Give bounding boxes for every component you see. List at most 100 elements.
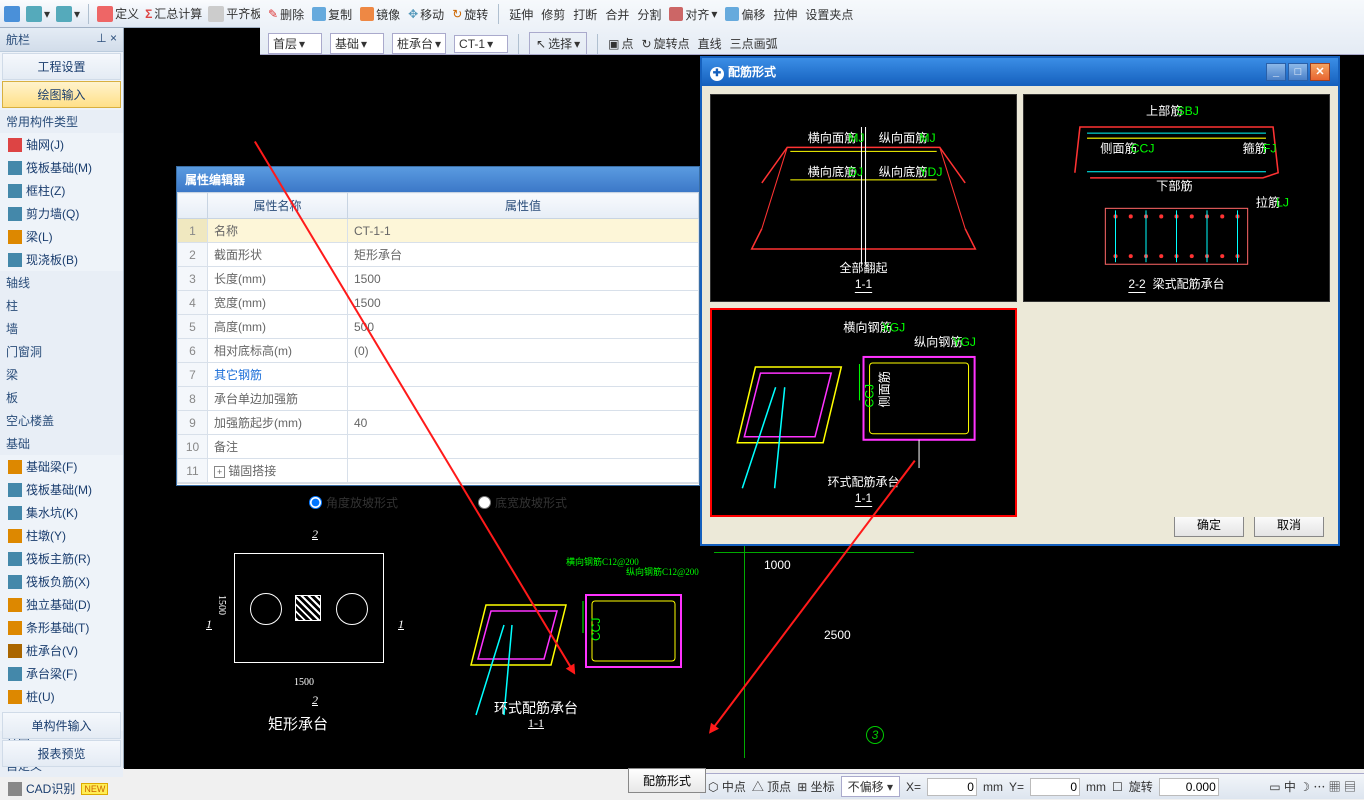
select-mode-button[interactable]: ↖ 选择 ▾: [529, 32, 587, 55]
nav-group[interactable]: 板: [0, 386, 123, 409]
slope-radio-group: 角度放坡形式 底宽放坡形式: [177, 483, 699, 521]
coord-snap[interactable]: ⊞ 坐标: [797, 778, 834, 795]
nav-item-cad[interactable]: CAD识别 NEW: [0, 777, 123, 800]
property-row[interactable]: 5高度(mm)500: [178, 315, 699, 339]
reinforcement-style-dialog: ✚配筋形式 _ □ ✕ 横向面筋MJ 纵向面筋MJ 横向底筋DJ 纵向底筋YDJ: [700, 56, 1340, 546]
maximize-button[interactable]: □: [1288, 63, 1308, 81]
property-editor-title: 属性编辑器: [177, 167, 699, 192]
rotate-label: 旋转: [1129, 778, 1153, 795]
svg-text:MJ: MJ: [919, 131, 935, 145]
property-row[interactable]: 4宽度(mm)1500: [178, 291, 699, 315]
offset-button[interactable]: 偏移: [725, 6, 765, 23]
view-mode-icons[interactable]: ▭ 中 ☽ ⋯ ▦ ▤: [1269, 778, 1356, 795]
marker-2t: 2: [312, 527, 318, 542]
align-button[interactable]: 对齐▾: [669, 6, 717, 23]
point-button[interactable]: ▣ 点: [608, 35, 633, 52]
nav-group[interactable]: 墙: [0, 317, 123, 340]
reinforcement-style-button[interactable]: 配筋形式: [628, 768, 706, 793]
nav-item[interactable]: 框柱(Z): [0, 179, 123, 202]
property-row[interactable]: 11+锚固搭接: [178, 459, 699, 483]
nav-item[interactable]: 现浇板(B): [0, 248, 123, 271]
property-row[interactable]: 7其它钢筋: [178, 363, 699, 387]
rotate-input[interactable]: [1159, 778, 1219, 796]
rect-title: 矩形承台: [268, 713, 328, 734]
property-row[interactable]: 8承台单边加强筋: [178, 387, 699, 411]
property-row[interactable]: 6相对底标高(m)(0): [178, 339, 699, 363]
nav-item[interactable]: 柱墩(Y): [0, 524, 123, 547]
x-input[interactable]: [927, 778, 977, 796]
nav-group[interactable]: 空心楼盖: [0, 409, 123, 432]
define-button[interactable]: 定义: [97, 5, 139, 22]
nav-item[interactable]: 剪力墙(Q): [0, 202, 123, 225]
nav-item[interactable]: 梁(L): [0, 225, 123, 248]
property-row[interactable]: 3长度(mm)1500: [178, 267, 699, 291]
property-row[interactable]: 2截面形状矩形承台: [178, 243, 699, 267]
nav-btn-project-settings[interactable]: 工程设置: [2, 53, 121, 80]
nav-group[interactable]: 梁: [0, 363, 123, 386]
item-select[interactable]: CT-1 ▾: [454, 35, 508, 53]
radio-angle-slope[interactable]: 角度放坡形式: [309, 494, 398, 511]
type-select[interactable]: 基础 ▾: [330, 33, 384, 54]
nav-btn-draw-input[interactable]: 绘图输入: [2, 81, 121, 108]
stretch-button: 拉伸: [773, 6, 797, 23]
style-cell-flipped[interactable]: 横向面筋MJ 纵向面筋MJ 横向底筋DJ 纵向底筋YDJ 全部翻起1-1: [710, 94, 1017, 302]
nav-item[interactable]: 桩承台(V): [0, 639, 123, 662]
nav-panel: 航栏 ⊥ × 工程设置 绘图输入 常用构件类型 轴网(J)筏板基础(M)框柱(Z…: [0, 28, 124, 768]
nav-btn-report[interactable]: 报表预览: [2, 740, 121, 767]
nav-group[interactable]: 基础: [0, 432, 123, 455]
nav-item[interactable]: 筏板主筋(R): [0, 547, 123, 570]
svg-text:CCJ: CCJ: [863, 384, 877, 408]
copy-button[interactable]: 复制: [312, 6, 352, 23]
midpoint-snap[interactable]: ⬡ 中点: [708, 778, 746, 795]
nav-btn-single-input[interactable]: 单构件输入: [2, 712, 121, 739]
sumcalc-button[interactable]: Σ汇总计算: [145, 5, 202, 22]
save-icon[interactable]: [4, 6, 20, 22]
svg-text:DJ: DJ: [848, 165, 863, 179]
nav-item[interactable]: 承台梁(F): [0, 662, 123, 685]
ring-title: 环式配筋承台: [494, 698, 578, 718]
mirror-button[interactable]: 镜像: [360, 6, 400, 23]
nav-close-icon[interactable]: ×: [110, 31, 117, 45]
nav-group[interactable]: 柱: [0, 294, 123, 317]
property-row[interactable]: 9加强筋起步(mm)40: [178, 411, 699, 435]
redo-icon[interactable]: ▾: [56, 6, 80, 22]
nav-item[interactable]: 条形基础(T): [0, 616, 123, 639]
nav-item[interactable]: 集水坑(K): [0, 501, 123, 524]
nav-item[interactable]: 独立基础(D): [0, 593, 123, 616]
nav-group[interactable]: 轴线: [0, 271, 123, 294]
close-button[interactable]: ✕: [1310, 63, 1330, 81]
marker-2b: 2: [312, 693, 318, 708]
nav-group[interactable]: 门窗洞: [0, 340, 123, 363]
nav-item[interactable]: 桩(U): [0, 685, 123, 708]
radio-width-slope[interactable]: 底宽放坡形式: [478, 494, 567, 511]
subtype-select[interactable]: 桩承台 ▾: [392, 33, 446, 54]
nav-item[interactable]: 轴网(J): [0, 133, 123, 156]
offset-mode-select[interactable]: 不偏移 ▾: [841, 776, 900, 797]
unit-x: mm: [983, 780, 1003, 794]
minimize-button[interactable]: _: [1266, 63, 1286, 81]
x-label: X=: [906, 780, 921, 794]
nav-pin-icon[interactable]: ⊥: [96, 31, 106, 45]
svg-text:MJ: MJ: [848, 131, 864, 145]
pile-circle-1: [250, 593, 282, 625]
hatch-column: [295, 595, 321, 621]
nav-item[interactable]: 筏板负筋(X): [0, 570, 123, 593]
delete-button[interactable]: ✎删除: [268, 6, 304, 23]
move-button[interactable]: ✥移动: [408, 6, 444, 23]
grid-dim-1000: 1000: [764, 558, 791, 572]
undo-icon[interactable]: ▾: [26, 6, 50, 22]
vertex-snap[interactable]: △ 顶点: [752, 778, 791, 795]
floor-select[interactable]: 首层 ▾: [268, 33, 322, 54]
nav-item[interactable]: 筏板基础(M): [0, 156, 123, 179]
nav-group-common: 常用构件类型: [0, 110, 123, 133]
grip-button: 设置夹点: [805, 6, 853, 23]
v-rebar-label: 纵向钢筋C12@200: [626, 565, 699, 578]
nav-item[interactable]: 基础梁(F): [0, 455, 123, 478]
rotate-point-button[interactable]: ↻ 旋转点: [642, 35, 690, 52]
rotate-button[interactable]: ↻旋转: [452, 6, 488, 23]
property-row[interactable]: 1名称CT-1-1: [178, 219, 699, 243]
y-input[interactable]: [1030, 778, 1080, 796]
nav-item[interactable]: 筏板基础(M): [0, 478, 123, 501]
style-cell-beam[interactable]: 上部筋SBJ 侧面筋CCJ 箍筋FJ 下部筋: [1023, 94, 1330, 302]
style-cell-ring[interactable]: 横向钢筋XGJ 纵向钢筋YGJ CCJ 侧面筋 环式配筋承台1-1: [710, 308, 1017, 517]
